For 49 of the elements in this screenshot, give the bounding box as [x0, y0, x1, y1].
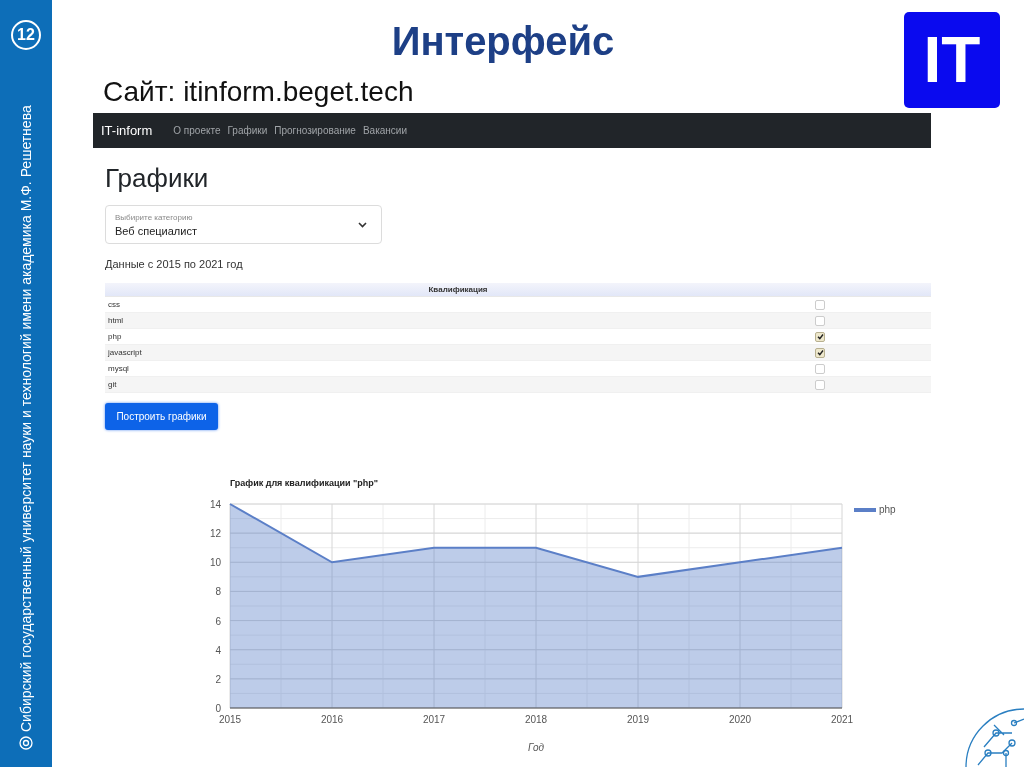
- x-tick-label: 2019: [626, 714, 650, 725]
- checkbox[interactable]: [815, 347, 825, 358]
- build-charts-button[interactable]: Построить графики: [105, 403, 218, 430]
- nav-link[interactable]: Прогнозирование: [274, 125, 356, 136]
- legend-label: php: [879, 504, 896, 515]
- x-tick-label: 2021: [830, 714, 854, 725]
- slide-title: Интерфейс: [391, 18, 615, 65]
- y-tick-label: 12: [209, 528, 221, 540]
- x-tick-label: 2016: [320, 714, 344, 725]
- checkbox[interactable]: [815, 299, 825, 310]
- university-name: Сибирский государственный университет науки и технологий имени академика М.Ф. Решетнева: [18, 104, 34, 732]
- chevron-icon: [358, 222, 367, 228]
- checkbox[interactable]: [815, 379, 825, 390]
- checkbox[interactable]: [815, 331, 825, 342]
- x-tick-label: 2017: [422, 714, 446, 725]
- y-tick-label: 14: [209, 499, 221, 510]
- y-tick-label: 4: [215, 644, 221, 656]
- legend-swatch: [854, 508, 876, 512]
- circuit-drawing: [964, 705, 1024, 767]
- table-cell-text: javascript: [107, 348, 143, 357]
- page-heading: Графики: [105, 162, 210, 194]
- y-tick-label: 8: [215, 586, 221, 598]
- it-logo: IT: [904, 12, 1000, 108]
- nav-link[interactable]: Графики: [227, 125, 268, 136]
- page-number: 12: [11, 20, 41, 50]
- nav-link[interactable]: Вакансии: [362, 125, 407, 136]
- y-tick-label: 6: [215, 615, 221, 627]
- x-tick-label: 2015: [218, 714, 242, 725]
- chart-title: График для квалификации "php": [230, 478, 379, 488]
- checkbox[interactable]: [815, 363, 825, 374]
- x-tick-label: 2020: [728, 714, 752, 725]
- column-header: Квалификация: [428, 284, 488, 296]
- table-cell-text: html: [107, 316, 125, 325]
- checkbox[interactable]: [815, 315, 825, 326]
- y-tick-label: 0: [215, 703, 221, 714]
- y-tick-label: 10: [209, 557, 221, 569]
- x-tick-label: 2018: [524, 714, 548, 725]
- table-cell-text: php: [107, 332, 123, 341]
- table-cell-text: css: [107, 300, 121, 309]
- slide-subtitle: Сайт: itinform.beget.tech: [103, 76, 415, 108]
- x-axis-label: Год: [528, 742, 544, 753]
- y-tick-label: 2: [215, 673, 221, 685]
- emblem-icon: [19, 736, 33, 750]
- table-cell-text: mysql: [107, 364, 130, 373]
- nav-link[interactable]: О проекте: [173, 125, 221, 136]
- brand-link[interactable]: IT-inform: [101, 123, 153, 138]
- table-cell-text: git: [107, 380, 118, 389]
- data-range-text: Данные с 2015 по 2021 год: [105, 258, 244, 271]
- category-select[interactable]: Выбирите категорию Веб специалист: [105, 205, 382, 244]
